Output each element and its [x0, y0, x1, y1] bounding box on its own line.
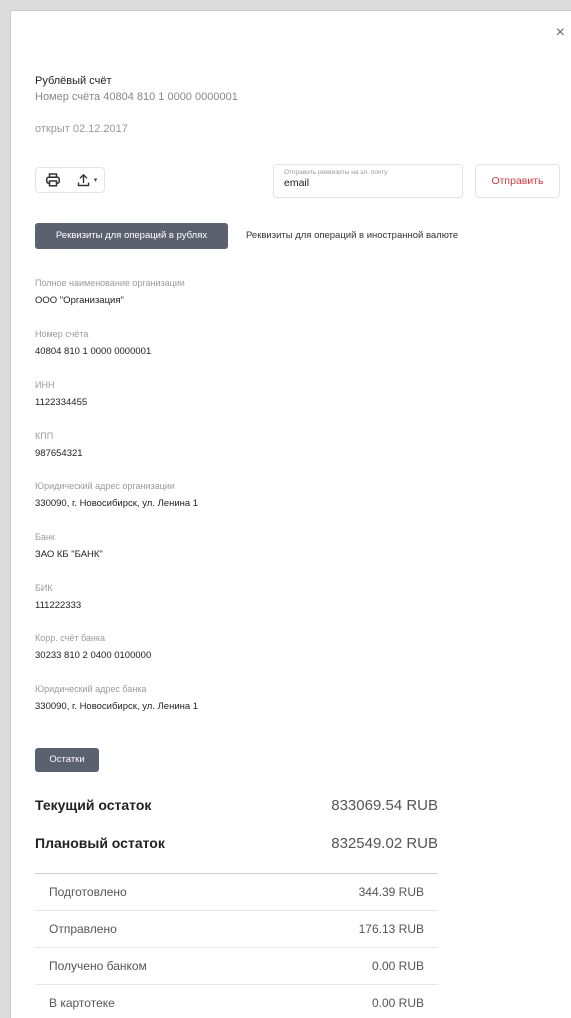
list-item: Отправлено 176.13 RUB [35, 910, 438, 947]
field-value: 330090, г. Новосибирск, ул. Ленина 1 [35, 498, 199, 509]
field-value: 30233 810 2 0400 0100000 [35, 650, 152, 661]
print-button[interactable] [36, 168, 70, 192]
current-balance-value: 833069.54 RUB [331, 797, 438, 814]
balance-breakdown-list: Подготовлено 344.39 RUB Отправлено 176.1… [35, 873, 438, 1018]
field-label: Банк [35, 532, 55, 542]
field-account-number: Номер счёта 40804 810 1 0000 0000001 [35, 329, 151, 357]
current-balance-label: Текущий остаток [35, 797, 152, 813]
export-button[interactable]: ▾ [70, 168, 104, 192]
field-corr-account: Корр. счёт банка 30233 810 2 0400 010000… [35, 633, 151, 661]
send-button[interactable]: Отправить [475, 164, 560, 198]
field-bank-legal-address: Юридический адрес банка 330090, г. Новос… [35, 684, 198, 712]
field-value: ООО "Организация" [35, 295, 124, 306]
account-details-panel: × Рублёвый счёт Номер счёта 40804 810 1 … [10, 10, 571, 1018]
field-value: 111222333 [35, 600, 82, 611]
close-icon[interactable]: × [556, 25, 565, 41]
row-label: В картотеке [49, 996, 115, 1010]
field-label: ИНН [35, 380, 55, 390]
actions-toolbar: ▾ [35, 167, 105, 193]
field-inn: ИНН 1122334455 [35, 380, 87, 408]
email-field[interactable] [284, 177, 452, 189]
field-bik: БИК 111222333 [35, 583, 81, 611]
field-label: Полное наименование организации [35, 278, 185, 288]
row-label: Получено банком [49, 959, 147, 973]
field-label: КПП [35, 431, 54, 441]
list-item: Получено банком 0.00 RUB [35, 947, 438, 984]
tab-rub-details[interactable]: Реквизиты для операций в рублях [35, 223, 228, 249]
field-label: Номер счёта [35, 329, 89, 339]
account-title: Рублёвый счёт [35, 75, 112, 87]
field-org-legal-address: Юридический адрес организации 330090, г.… [35, 481, 198, 509]
field-label: Юридический адрес организации [35, 481, 175, 491]
email-field-wrapper: Отправить реквизиты на эл. почту [273, 164, 463, 198]
field-label: Корр. счёт банка [35, 633, 106, 643]
printer-icon [46, 173, 60, 187]
field-kpp: КПП 987654321 [35, 431, 83, 459]
row-value: 176.13 RUB [358, 922, 424, 936]
row-label: Отправлено [49, 922, 117, 936]
list-item: В картотеке 0.00 RUB [35, 984, 438, 1018]
account-number: Номер счёта 40804 810 1 0000 0000001 [35, 91, 238, 103]
field-value: 987654321 [35, 448, 83, 459]
field-org-name: Полное наименование организации ООО "Орг… [35, 278, 185, 306]
row-label: Подготовлено [49, 885, 127, 899]
email-field-label: Отправить реквизиты на эл. почту [284, 169, 388, 176]
field-label: Юридический адрес банка [35, 684, 147, 694]
planned-balance-value: 832549.02 RUB [331, 835, 438, 852]
field-bank: Банк ЗАО КБ "БАНК" [35, 532, 103, 560]
field-value: ЗАО КБ "БАНК" [35, 549, 103, 560]
row-value: 0.00 RUB [371, 959, 424, 973]
field-label: БИК [35, 583, 53, 593]
row-value: 344.39 RUB [358, 885, 424, 899]
field-value: 1122334455 [35, 397, 88, 408]
field-value: 330090, г. Новосибирск, ул. Ленина 1 [35, 701, 199, 712]
list-item: Подготовлено 344.39 RUB [35, 873, 438, 910]
field-value: 40804 810 1 0000 0000001 [35, 346, 152, 357]
account-opened-date: открыт 02.12.2017 [35, 123, 128, 135]
upload-icon [77, 173, 89, 187]
balances-button[interactable]: Остатки [35, 748, 99, 772]
tab-foreign-currency-details[interactable]: Реквизиты для операций в иностранной вал… [246, 223, 458, 249]
caret-down-icon[interactable]: ▾ [94, 176, 98, 184]
planned-balance-label: Плановый остаток [35, 835, 165, 851]
row-value: 0.00 RUB [371, 996, 424, 1010]
